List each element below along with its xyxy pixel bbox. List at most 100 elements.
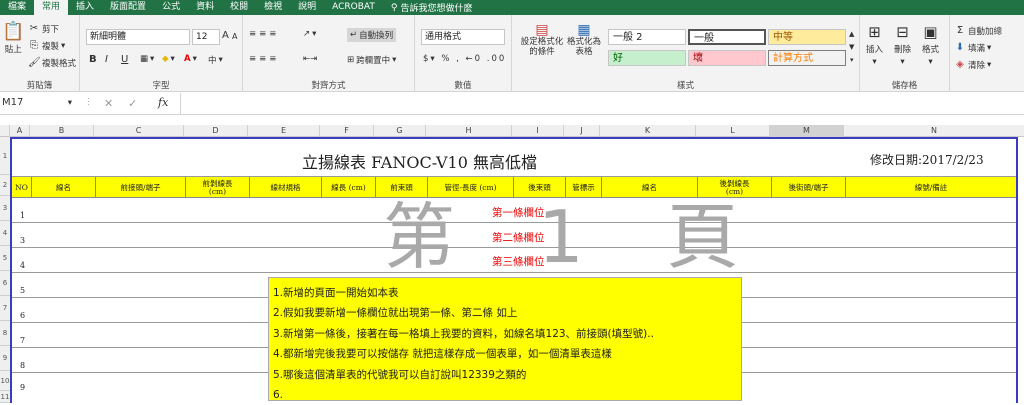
conditional-format-button[interactable]: ▤ 設定格式化的條件 [518,23,566,57]
number-group: 通用格式 $▾ % ‚ ←0 .00 數值 [415,15,512,92]
tab-help[interactable]: 說明 [290,0,324,15]
indent-buttons[interactable]: ⇤⇥ [303,54,317,64]
column-header-h[interactable]: H [426,125,512,137]
grow-font-button[interactable]: A [222,30,229,41]
column-header-k[interactable]: K [600,125,696,137]
style-normal[interactable]: 一般 [688,29,766,45]
phonetic-button[interactable]: 中 ▾ [208,54,223,66]
styles-scroll[interactable]: ▲ ▼ ▾ [849,29,854,66]
format-painter-button[interactable]: 🖌 複製格式 [28,57,76,69]
row-header-3[interactable]: 3 [0,196,10,221]
paste-button[interactable]: 📋 貼上 [2,21,24,55]
merge-icon: ⊞ [347,55,355,65]
row-header-6[interactable]: 6 [0,271,10,296]
table-icon: ▦ [577,22,591,38]
cancel-icon[interactable]: ✕ [104,97,113,110]
row-header-9[interactable]: 9 [0,346,10,371]
style-bad[interactable]: 壞 [688,50,766,66]
name-box[interactable]: M17 ▾ [2,97,72,108]
column-header-d[interactable]: D [184,125,248,137]
tell-me-box[interactable]: ⚲ 告訴我您想做什麼 [391,1,473,15]
tab-data[interactable]: 資料 [188,0,222,15]
format-cells-button[interactable]: ▣ 格式 ▾ [922,23,939,67]
italic-button[interactable]: I [105,54,108,65]
row-header-11[interactable]: 11 [0,391,10,403]
tab-home[interactable]: 常用 [34,0,69,15]
column-header-b[interactable]: B [30,125,94,137]
tab-review[interactable]: 校閱 [222,0,256,15]
autosum-button[interactable]: Σ 自動加總 [954,25,1002,37]
row-number: 9 [20,383,26,392]
styles-group: ▤ 設定格式化的條件 ▦ 格式化為表格 一般 2 一般 中等 好 壞 計算方式 … [512,15,860,92]
font-size-select[interactable]: 12 [192,29,220,45]
header-cell: 線名 [32,177,96,198]
column-header-m[interactable]: M [770,125,844,137]
tab-view[interactable]: 檢視 [256,0,290,15]
style-calculation[interactable]: 計算方式 [768,50,846,66]
borders-button[interactable]: ▦ ▾ [140,54,154,64]
tab-insert[interactable]: 插入 [68,0,102,15]
orientation-button[interactable]: ↗ ▾ [303,29,316,39]
tab-page-layout[interactable]: 版面配置 [102,0,154,15]
column-header-g[interactable]: G [374,125,426,137]
horizontal-align-buttons[interactable]: ≡≡≡ [249,54,279,64]
revision-date: 修改日期:2017/2/23 [870,153,984,167]
column-header-f[interactable]: F [320,125,374,137]
delete-cells-button[interactable]: ⊟ 刪除 ▾ [894,23,911,67]
row-header-10[interactable]: 10 [0,371,10,391]
font-color-button[interactable]: A ▾ [184,54,197,64]
tab-file[interactable]: 檔案 [0,0,34,15]
shrink-font-button[interactable]: A [232,32,237,41]
note-line: 2.假如我要新增一條欄位就出現第一條、第二條 如上 [273,307,518,320]
row-header-7[interactable]: 7 [0,296,10,321]
bold-button[interactable]: B [89,54,97,65]
style-normal-2[interactable]: 一般 2 [608,29,686,45]
row-header-2[interactable]: 2 [0,175,10,196]
row-header-4[interactable]: 4 [0,221,10,246]
column-header-n[interactable]: N [844,125,1024,137]
clear-button[interactable]: ◈ 清除 ▾ [954,59,991,71]
chevron-down-icon: ▾ [61,41,66,51]
insert-cells-button[interactable]: ⊞ 插入 ▾ [866,23,883,67]
row-header-1[interactable]: 1 [0,137,10,175]
copy-button[interactable]: ⎘ 複製 ▾ [28,40,65,52]
wrap-text-button[interactable]: ↵ 自動換列 [347,28,397,42]
column-header-e[interactable]: E [248,125,320,137]
insert-function-button[interactable]: fx [158,96,168,109]
note-line: 4.都新增完後我要可以按儲存 就把這樣存成一個表單，如一個清單表這樣 [273,348,612,361]
field-label-1: 第一條欄位 [492,207,545,219]
style-good[interactable]: 好 [608,50,686,66]
cut-button[interactable]: ✂ 剪下 [28,23,59,35]
column-header-a[interactable]: A [10,125,30,137]
sheet-title-row: 立揚線表 FANOC-V10 無高低檔 修改日期:2017/2/23 [12,139,1016,177]
tab-formulas[interactable]: 公式 [154,0,188,15]
header-cell: 管標示 [566,177,602,198]
merge-center-button[interactable]: ⊞ 跨欄置中 ▾ [347,54,396,66]
column-header-j[interactable]: J [564,125,600,137]
tab-acrobat[interactable]: ACROBAT [324,0,383,15]
header-cell: 前接頭/端子 [96,177,186,198]
font-color-icon: A [184,54,191,64]
number-format-buttons[interactable]: $▾ % ‚ ←0 .00 [423,54,506,64]
style-neutral[interactable]: 中等 [768,29,846,45]
row-header-5[interactable]: 5 [0,246,10,271]
format-as-table-button[interactable]: ▦ 格式化為表格 [566,22,602,57]
number-label: 數值 [454,81,472,91]
fill-button[interactable]: ⬇ 填滿 ▾ [954,42,992,54]
column-header-i[interactable]: I [512,125,564,137]
check-icon[interactable]: ✓ [128,97,137,110]
vertical-align-buttons[interactable]: ≡≡≡ [249,29,279,39]
fill-color-button[interactable]: ◆ ▾ [162,54,175,64]
font-name-select[interactable]: 新細明體 [86,29,190,45]
underline-button[interactable]: U [121,54,128,65]
column-header-c[interactable]: C [94,125,184,137]
formula-input[interactable] [180,93,1024,115]
select-all-button[interactable] [0,125,10,137]
page-watermark: 第 1 頁 [383,197,769,277]
number-format-select[interactable]: 通用格式 [421,29,505,45]
note-textbox[interactable]: 1.新增的頁面一開始如本表 2.假如我要新增一條欄位就出現第一條、第二條 如上 … [268,277,742,401]
paste-icon: 📋 [2,21,25,42]
formula-bar: M17 ▾ ⋮ ✕ ✓ fx [0,93,1024,115]
row-header-8[interactable]: 8 [0,321,10,346]
column-header-l[interactable]: L [696,125,770,137]
